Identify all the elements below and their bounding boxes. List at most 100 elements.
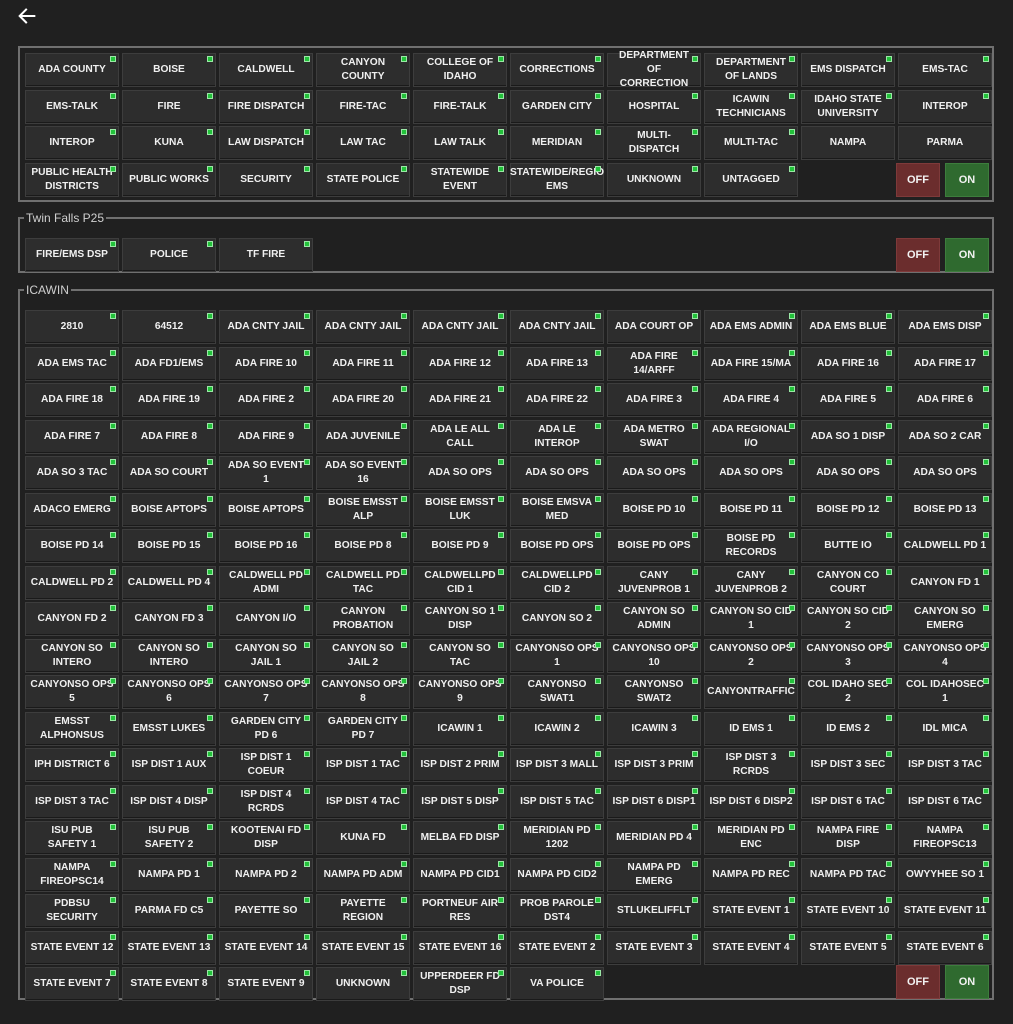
talkgroup-button[interactable]: HOSPITAL xyxy=(607,89,701,124)
talkgroup-button[interactable]: FIRE xyxy=(122,89,216,124)
talkgroup-button[interactable]: ADA FIRE 14/ARFF xyxy=(607,346,701,381)
talkgroup-button[interactable]: ADA LE ALL CALL xyxy=(413,419,507,454)
talkgroup-button[interactable]: ISP DIST 5 DISP xyxy=(413,784,507,819)
talkgroup-button[interactable]: ISP DIST 3 PRIM xyxy=(607,748,701,782)
talkgroup-button[interactable]: CALDWELLPD CID 2 xyxy=(510,565,604,600)
talkgroup-button[interactable]: NAMPA PD TAC xyxy=(801,857,895,892)
talkgroup-button[interactable]: PUBLIC WORKS xyxy=(122,162,216,197)
talkgroup-button[interactable]: FIRE-TAC xyxy=(316,89,410,124)
talkgroup-button[interactable]: INTEROP xyxy=(25,126,119,160)
talkgroup-button[interactable]: STATE EVENT 6 xyxy=(898,930,992,965)
talkgroup-button[interactable]: ADA FIRE 16 xyxy=(801,346,895,381)
talkgroup-button[interactable]: ADACO EMERG xyxy=(25,492,119,527)
talkgroup-button[interactable]: BOISE EMSVA MED xyxy=(510,492,604,527)
talkgroup-button[interactable]: CANYON COUNTY xyxy=(316,53,410,87)
talkgroup-button[interactable]: PARMA FD C5 xyxy=(122,894,216,928)
talkgroup-button[interactable]: MERIDIAN xyxy=(510,126,604,160)
talkgroup-button[interactable]: CANYONSO OPS 2 xyxy=(704,638,798,673)
talkgroup-button[interactable]: ISP DIST 4 TAC xyxy=(316,784,410,819)
talkgroup-button[interactable]: NAMPA PD CID1 xyxy=(413,857,507,892)
talkgroup-button[interactable]: CANYON SO 1 DISP xyxy=(413,602,507,636)
talkgroup-button[interactable]: ADA FIRE 5 xyxy=(801,383,895,417)
talkgroup-button[interactable]: NAMPA FIRE DISP xyxy=(801,821,895,855)
talkgroup-button[interactable]: ISP DIST 3 SEC xyxy=(801,748,895,782)
talkgroup-button[interactable]: OWYYHEE SO 1 xyxy=(898,857,992,892)
talkgroup-button[interactable]: CALDWELLPD CID 1 xyxy=(413,565,507,600)
talkgroup-button[interactable]: NAMPA xyxy=(801,126,895,160)
talkgroup-button[interactable]: VA POLICE xyxy=(510,967,604,1001)
talkgroup-button[interactable]: CANY JUVENPROB 2 xyxy=(704,565,798,600)
talkgroup-button[interactable]: CANYONSO SWAT2 xyxy=(607,675,701,709)
talkgroup-button[interactable]: 2810 xyxy=(25,310,119,344)
talkgroup-button[interactable]: ICAWIN TECHNICIANS xyxy=(704,89,798,124)
talkgroup-button[interactable]: ADA SO 1 DISP xyxy=(801,419,895,454)
talkgroup-button[interactable]: ADA FIRE 22 xyxy=(510,383,604,417)
talkgroup-button[interactable]: ICAWIN 1 xyxy=(413,711,507,746)
talkgroup-button[interactable]: BOISE PD 11 xyxy=(704,492,798,527)
talkgroup-button[interactable]: ADA SO OPS xyxy=(413,456,507,490)
talkgroup-button[interactable]: ADA COUNTY xyxy=(25,53,119,87)
talkgroup-button[interactable]: CANYONSO OPS 3 xyxy=(801,638,895,673)
talkgroup-button[interactable]: STATEWIDE/REGIO EMS xyxy=(510,162,604,197)
talkgroup-button[interactable]: BOISE xyxy=(122,53,216,87)
talkgroup-button[interactable]: ISP DIST 5 TAC xyxy=(510,784,604,819)
talkgroup-button[interactable]: LAW TALK xyxy=(413,126,507,160)
talkgroup-button[interactable]: ADA FIRE 11 xyxy=(316,346,410,381)
talkgroup-button[interactable]: CANYONSO OPS 10 xyxy=(607,638,701,673)
talkgroup-button[interactable]: CANYONSO OPS 9 xyxy=(413,675,507,709)
back-arrow-icon[interactable] xyxy=(16,5,38,27)
off-button[interactable]: OFF xyxy=(896,965,940,999)
talkgroup-button[interactable]: ADA JUVENILE xyxy=(316,419,410,454)
talkgroup-button[interactable]: ISP DIST 4 RCRDS xyxy=(219,784,313,819)
talkgroup-button[interactable]: COL IDAHOSEC 1 xyxy=(898,675,992,709)
talkgroup-button[interactable]: STATE EVENT 16 xyxy=(413,930,507,965)
on-button[interactable]: ON xyxy=(945,965,989,999)
talkgroup-button[interactable]: NAMPA PD 2 xyxy=(219,857,313,892)
talkgroup-button[interactable]: ADA FIRE 10 xyxy=(219,346,313,381)
talkgroup-button[interactable]: MERIDIAN PD 4 xyxy=(607,821,701,855)
talkgroup-button[interactable]: CANYON FD 1 xyxy=(898,565,992,600)
talkgroup-button[interactable]: GARDEN CITY PD 6 xyxy=(219,711,313,746)
on-button[interactable]: ON xyxy=(945,163,989,197)
talkgroup-button[interactable]: SECURITY xyxy=(219,162,313,197)
talkgroup-button[interactable]: CALDWELL PD 4 xyxy=(122,565,216,600)
talkgroup-button[interactable]: ADA SO OPS xyxy=(607,456,701,490)
talkgroup-button[interactable]: CANYON I/O xyxy=(219,602,313,636)
talkgroup-button[interactable]: POLICE xyxy=(122,238,216,272)
talkgroup-button[interactable]: EMSST LUKES xyxy=(122,711,216,746)
talkgroup-button[interactable]: CANYONSO OPS 1 xyxy=(510,638,604,673)
talkgroup-button[interactable]: 64512 xyxy=(122,310,216,344)
talkgroup-button[interactable]: BOISE EMSST LUK xyxy=(413,492,507,527)
talkgroup-button[interactable]: ADA FIRE 21 xyxy=(413,383,507,417)
talkgroup-button[interactable]: PROB PAROLE DST4 xyxy=(510,894,604,928)
talkgroup-button[interactable]: CANYON SO INTERO xyxy=(122,638,216,673)
talkgroup-button[interactable]: STATE EVENT 4 xyxy=(704,930,798,965)
talkgroup-button[interactable]: STATE EVENT 10 xyxy=(801,894,895,928)
talkgroup-button[interactable]: ADA SO OPS xyxy=(510,456,604,490)
talkgroup-button[interactable]: BOISE PD OPS xyxy=(607,529,701,563)
talkgroup-button[interactable]: MELBA FD DISP xyxy=(413,821,507,855)
talkgroup-button[interactable]: STATE EVENT 9 xyxy=(219,967,313,1001)
talkgroup-button[interactable]: PDBSU SECURITY xyxy=(25,894,119,928)
talkgroup-button[interactable]: ADA FIRE 8 xyxy=(122,419,216,454)
talkgroup-button[interactable]: CANYON SO JAIL 1 xyxy=(219,638,313,673)
talkgroup-button[interactable]: CALDWELL PD ADMI xyxy=(219,565,313,600)
talkgroup-button[interactable]: ISP DIST 1 COEUR xyxy=(219,748,313,782)
talkgroup-button[interactable]: ADA FIRE 7 xyxy=(25,419,119,454)
talkgroup-button[interactable]: STATE EVENT 1 xyxy=(704,894,798,928)
talkgroup-button[interactable]: STATE EVENT 14 xyxy=(219,930,313,965)
talkgroup-button[interactable]: MERIDIAN PD 1202 xyxy=(510,821,604,855)
talkgroup-button[interactable]: STLUKELIFFLT xyxy=(607,894,701,928)
talkgroup-button[interactable]: CALDWELL PD TAC xyxy=(316,565,410,600)
talkgroup-button[interactable]: MULTI-DISPATCH xyxy=(607,126,701,160)
talkgroup-button[interactable]: NAMPA PD EMERG xyxy=(607,857,701,892)
talkgroup-button[interactable]: CANYONTRAFFIC xyxy=(704,675,798,709)
talkgroup-button[interactable]: ADA SO 3 TAC xyxy=(25,456,119,490)
talkgroup-button[interactable]: ADA SO OPS xyxy=(801,456,895,490)
talkgroup-button[interactable]: BOISE PD 9 xyxy=(413,529,507,563)
talkgroup-button[interactable]: DEPARTMENT OF LANDS xyxy=(704,53,798,87)
talkgroup-button[interactable]: PAYETTE REGION xyxy=(316,894,410,928)
talkgroup-button[interactable]: MERIDIAN PD ENC xyxy=(704,821,798,855)
talkgroup-button[interactable]: GARDEN CITY PD 7 xyxy=(316,711,410,746)
talkgroup-button[interactable]: ISP DIST 2 PRIM xyxy=(413,748,507,782)
